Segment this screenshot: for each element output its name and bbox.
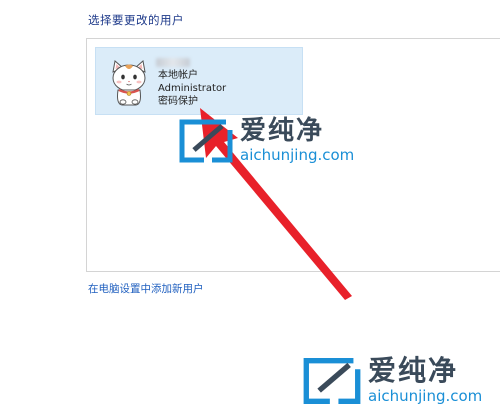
cat-avatar-icon bbox=[112, 60, 146, 106]
watermark-url-text: aichunjing.com bbox=[240, 146, 355, 164]
account-protection-label: 密码保护 bbox=[158, 96, 198, 107]
watermark-url-text: aichunjing.com bbox=[368, 387, 483, 405]
watermark-chinese-text: 爱纯净 bbox=[368, 354, 459, 387]
add-new-user-link[interactable]: 在电脑设置中添加新用户 bbox=[88, 281, 204, 296]
section-title: 选择要更改的用户 bbox=[88, 13, 184, 27]
watermark-middle: 爱纯净 aichunjing.com bbox=[178, 116, 354, 166]
aichunjing-logo-icon bbox=[303, 357, 361, 405]
watermark-chinese-text: 爱纯净 bbox=[240, 116, 325, 146]
watermark-bottom: 爱纯净 aichunjing.com bbox=[302, 354, 482, 408]
account-type-label: 本地帐户 bbox=[158, 70, 198, 81]
account-tile-administrator[interactable]: 本地帐户 Administrator 密码保护 bbox=[95, 47, 303, 115]
aichunjing-logo-icon bbox=[179, 119, 233, 163]
account-name: Administrator bbox=[158, 83, 227, 94]
blurred-username bbox=[156, 58, 190, 67]
